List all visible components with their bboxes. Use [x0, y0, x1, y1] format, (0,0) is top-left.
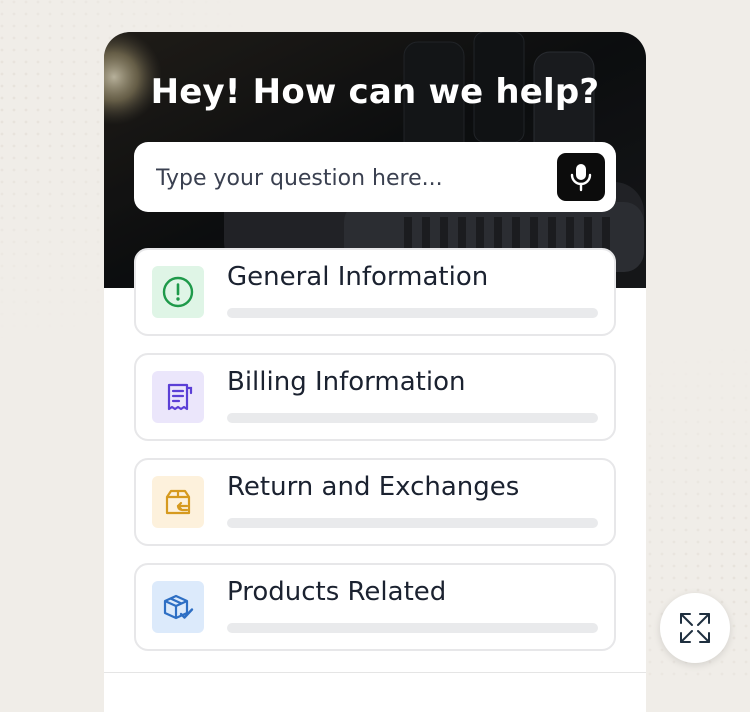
box-return-icon: [152, 476, 204, 528]
help-widget: Hey! How can we help? General Informatio…: [104, 32, 646, 712]
category-label: Products Related: [227, 577, 447, 607]
expand-icon: [680, 613, 710, 643]
category-label: Billing Information: [227, 367, 466, 397]
category-card-products-related[interactable]: Products Related: [134, 563, 616, 651]
placeholder-bar: [227, 413, 598, 423]
search-input[interactable]: [154, 158, 538, 198]
package-check-icon: [152, 581, 204, 633]
receipt-icon: [152, 371, 204, 423]
divider: [104, 672, 646, 673]
placeholder-bar: [227, 518, 598, 528]
microphone-button[interactable]: [557, 153, 605, 201]
info-circle-icon: [152, 266, 204, 318]
category-label: Return and Exchanges: [227, 472, 520, 502]
expand-button[interactable]: [660, 593, 730, 663]
placeholder-bar: [227, 308, 598, 318]
microphone-icon: [570, 164, 592, 192]
search-bar: [134, 142, 616, 212]
placeholder-bar: [227, 623, 598, 633]
category-card-billing-information[interactable]: Billing Information: [134, 353, 616, 441]
category-label: General Information: [227, 262, 489, 292]
category-card-general-information[interactable]: General Information: [134, 248, 616, 336]
category-card-return-and-exchanges[interactable]: Return and Exchanges: [134, 458, 616, 546]
page-title: Hey! How can we help?: [150, 72, 600, 112]
